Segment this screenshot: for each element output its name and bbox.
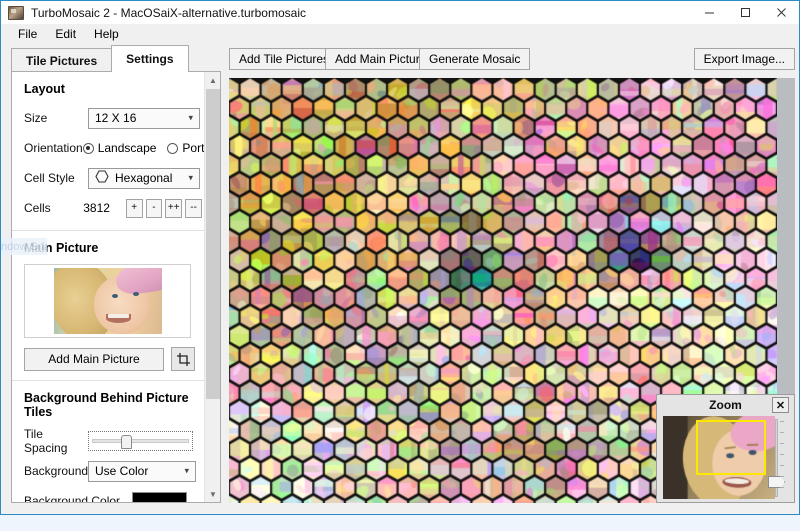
zoom-panel[interactable]: Zoom ✕ bbox=[656, 394, 795, 503]
title-bar: TurboMosaic 2 - MacOSaiX-alternative.tur… bbox=[1, 0, 799, 24]
cells-decrement-button[interactable]: - bbox=[145, 198, 163, 218]
section-title-layout: Layout bbox=[24, 82, 65, 96]
size-value: 12 X 16 bbox=[95, 111, 137, 125]
cells-increment-button[interactable]: + bbox=[125, 198, 143, 218]
generate-mosaic-button[interactable]: Generate Mosaic bbox=[419, 48, 531, 70]
scroll-up-icon[interactable]: ▲ bbox=[205, 72, 220, 88]
cell-style-dropdown[interactable]: Hexagonal ▾ bbox=[88, 167, 200, 189]
label-background-color: Background Color bbox=[24, 494, 121, 503]
maximize-icon[interactable] bbox=[727, 1, 763, 25]
tile-spacing-slider-track bbox=[92, 439, 189, 443]
close-icon[interactable] bbox=[763, 1, 799, 25]
label-tile-spacing: Tile Spacing bbox=[24, 427, 68, 455]
zoom-panel-preview[interactable] bbox=[663, 416, 775, 499]
main-picture-actions: Add Main Picture bbox=[24, 347, 205, 371]
add-main-picture-button[interactable]: Add Main Picture bbox=[24, 347, 164, 371]
cell-style-value: Hexagonal bbox=[115, 171, 173, 185]
minimize-icon[interactable] bbox=[691, 1, 727, 25]
row-tile-spacing: Tile Spacing bbox=[24, 427, 205, 455]
menu-item-file[interactable]: File bbox=[9, 25, 46, 43]
add-tile-pictures-button[interactable]: Add Tile Pictures bbox=[229, 48, 340, 70]
row-cells: Cells 3812 + - ++ -- bbox=[24, 195, 205, 221]
hexagon-icon bbox=[95, 170, 109, 186]
chevron-down-icon: ▾ bbox=[188, 112, 193, 123]
zoom-panel-title-bar: Zoom ✕ bbox=[657, 395, 794, 415]
label-size: Size bbox=[24, 111, 48, 125]
size-dropdown[interactable]: 12 X 16 ▾ bbox=[88, 107, 200, 129]
cells-value: 3812 bbox=[83, 201, 110, 215]
tab-strip: Tile Pictures Settings bbox=[11, 45, 221, 72]
scrollbar-thumb[interactable] bbox=[206, 89, 220, 399]
zoom-selection-rect[interactable] bbox=[696, 420, 766, 475]
export-image-button[interactable]: Export Image... bbox=[693, 48, 795, 70]
zoom-level-slider[interactable] bbox=[768, 419, 785, 497]
tab-tile-pictures[interactable]: Tile Pictures bbox=[11, 48, 113, 72]
radio-landscape-icon bbox=[82, 142, 94, 154]
cells-decrement-large-button[interactable]: -- bbox=[185, 198, 202, 218]
row-background-color: Background Color bbox=[24, 488, 205, 503]
row-cell-style: Cell Style Hexagonal ▾ bbox=[24, 165, 205, 191]
section-layout: Layout Size 12 X 16 ▾ Orientation Landsc… bbox=[12, 72, 220, 221]
label-cells: Cells bbox=[24, 201, 51, 215]
app-icon bbox=[8, 5, 24, 20]
main-picture-preview[interactable] bbox=[24, 264, 191, 338]
settings-panel: Layout Size 12 X 16 ▾ Orientation Landsc… bbox=[11, 71, 221, 503]
label-background: Background bbox=[24, 464, 89, 478]
tile-spacing-slider[interactable] bbox=[88, 431, 193, 451]
close-icon[interactable]: ✕ bbox=[772, 397, 789, 413]
row-background: Background Use Color ▾ bbox=[24, 458, 205, 484]
menu-item-help[interactable]: Help bbox=[85, 25, 128, 43]
chevron-down-icon: ▾ bbox=[188, 172, 193, 183]
tile-spacing-slider-thumb[interactable] bbox=[120, 435, 132, 449]
radio-landscape-label: Landscape bbox=[97, 141, 157, 155]
menu-item-edit[interactable]: Edit bbox=[46, 25, 85, 43]
row-orientation: Orientation Landscape Portrait bbox=[24, 135, 220, 161]
window-title: TurboMosaic 2 - MacOSaiX-alternative.tur… bbox=[31, 5, 306, 20]
window-snap-hint: ndow Snap bbox=[1, 238, 47, 255]
label-orientation: Orientation bbox=[24, 141, 83, 155]
zoom-panel-title: Zoom bbox=[709, 398, 742, 412]
tab-settings[interactable]: Settings bbox=[111, 45, 189, 72]
background-value: Use Color bbox=[95, 464, 149, 478]
chevron-down-icon: ▾ bbox=[184, 465, 189, 476]
background-dropdown[interactable]: Use Color ▾ bbox=[88, 460, 196, 482]
settings-scroll-content: Layout Size 12 X 16 ▾ Orientation Landsc… bbox=[12, 72, 220, 503]
section-background: Background Behind Picture Tiles Tile Spa… bbox=[12, 381, 205, 503]
settings-scrollbar[interactable]: ▲ ▼ bbox=[204, 72, 220, 502]
cells-increment-large-button[interactable]: ++ bbox=[165, 198, 183, 218]
main-picture-thumbnail bbox=[53, 268, 162, 334]
section-title-main-picture: Main Picture bbox=[24, 241, 99, 255]
menu-bar: File Edit Help bbox=[1, 24, 799, 44]
crop-icon[interactable] bbox=[171, 347, 195, 371]
radio-portrait-icon bbox=[167, 142, 179, 154]
mosaic-toolbar: Add Tile Pictures Add Main Picture Gener… bbox=[229, 48, 795, 74]
status-strip bbox=[0, 515, 800, 531]
label-cell-style: Cell Style bbox=[24, 171, 75, 185]
scroll-down-icon[interactable]: ▼ bbox=[205, 486, 220, 502]
app-window: TurboMosaic 2 - MacOSaiX-alternative.tur… bbox=[0, 0, 800, 515]
background-color-swatch[interactable] bbox=[132, 491, 187, 502]
section-title-background: Background Behind Picture Tiles bbox=[24, 391, 189, 419]
window-controls bbox=[691, 1, 799, 25]
row-size: Size 12 X 16 ▾ bbox=[24, 105, 205, 131]
radio-landscape[interactable]: Landscape bbox=[82, 141, 157, 155]
